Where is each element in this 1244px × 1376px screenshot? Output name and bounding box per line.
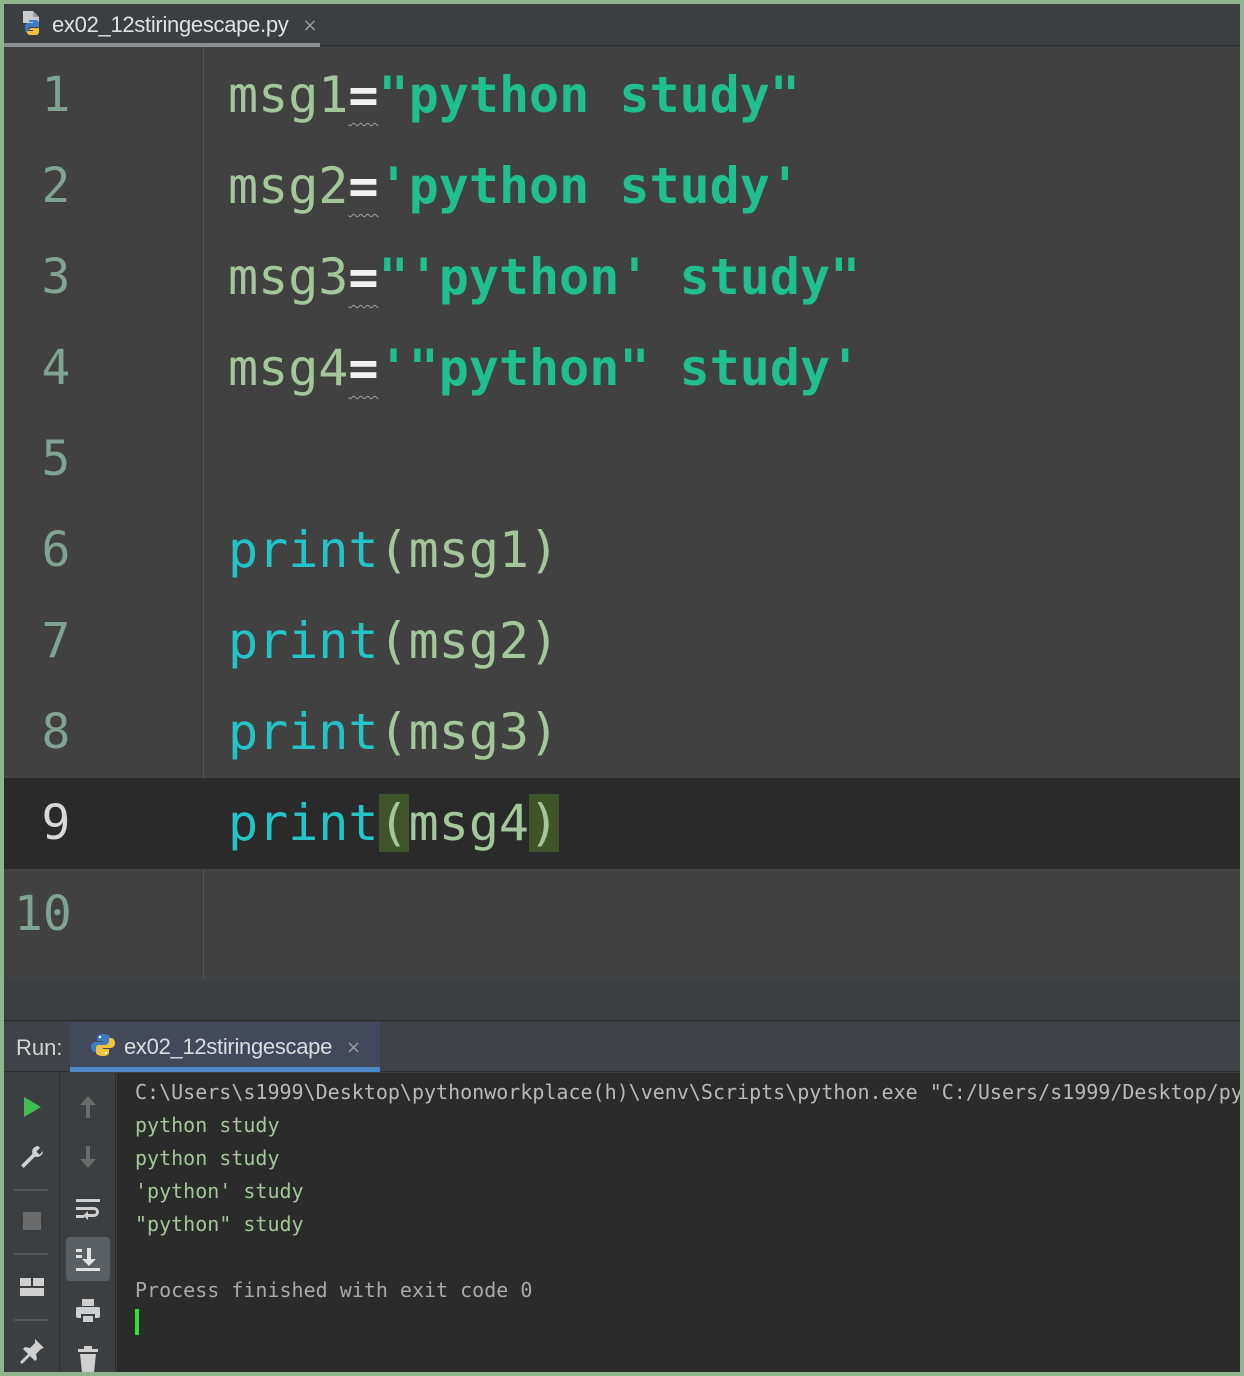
console-process-finished: Process finished with exit code 0 (135, 1278, 533, 1302)
trash-icon[interactable] (66, 1337, 110, 1372)
function-token: print (228, 703, 379, 761)
python-file-icon (20, 10, 44, 41)
open-paren: ( (378, 521, 409, 579)
variable-token: msg4 (228, 339, 349, 397)
assign-operator: = (348, 66, 379, 124)
line-number: 4 (41, 340, 71, 396)
open-paren-highlighted: ( (378, 794, 409, 852)
run-icon[interactable] (10, 1085, 54, 1129)
code-line[interactable]: 10 (4, 869, 1240, 960)
toolbar-divider (14, 1319, 48, 1321)
console-caret (135, 1309, 139, 1335)
variable-token: msg3 (228, 248, 349, 306)
argument-token: msg4 (408, 794, 530, 852)
code-editor[interactable]: 1 msg1="python study" 2 msg2='python stu… (4, 47, 1240, 979)
line-number: 9 (41, 795, 71, 851)
up-arrow-icon[interactable] (66, 1085, 110, 1129)
print-icon[interactable] (66, 1289, 110, 1333)
console-output-line: "python" study (135, 1212, 304, 1236)
console-output-line: python study (135, 1146, 280, 1170)
close-paren: ) (529, 612, 560, 670)
console-output-line: 'python' study (135, 1179, 304, 1203)
code-line[interactable]: 2 msg2='python study' (4, 141, 1240, 232)
function-token: print (228, 521, 379, 579)
argument-token: msg2 (408, 612, 530, 670)
line-number: 2 (41, 158, 71, 214)
code-line[interactable]: 7 print(msg2) (4, 596, 1240, 687)
layout-icon[interactable] (10, 1265, 54, 1309)
line-number: 1 (41, 67, 71, 123)
code-line[interactable]: 8 print(msg3) (4, 687, 1240, 778)
close-paren: ) (529, 521, 560, 579)
line-number: 8 (41, 704, 71, 760)
string-literal: '"python" study' (378, 339, 861, 397)
console-command-line: C:\Users\s1999\Desktop\pythonworkplace(h… (135, 1080, 1240, 1104)
run-config-tab[interactable]: ex02_12stiringescape × (70, 1022, 380, 1072)
line-number: 6 (41, 522, 71, 578)
string-literal: "python study" (378, 66, 800, 124)
code-line[interactable]: 5 (4, 414, 1240, 505)
assign-operator: = (348, 339, 379, 397)
close-paren: ) (529, 703, 560, 761)
line-number: 3 (41, 249, 71, 305)
function-token: print (228, 794, 379, 852)
editor-status-strip (4, 979, 1240, 1021)
current-code-line[interactable]: 9 print(msg4) (4, 778, 1240, 869)
run-label: Run: (16, 1035, 63, 1060)
string-literal: "'python' study" (378, 248, 861, 306)
close-icon[interactable]: × (346, 1037, 361, 1058)
variable-token: msg2 (228, 157, 349, 215)
open-paren: ( (378, 612, 409, 670)
run-tab-label: ex02_12stiringescape (124, 1034, 333, 1059)
editor-tab-bar: ex02_12stiringescape.py × (4, 4, 1240, 47)
python-icon (90, 1032, 116, 1063)
assign-operator: = (348, 157, 379, 215)
run-toolbar-secondary (60, 1073, 116, 1372)
wrench-icon[interactable] (10, 1135, 54, 1179)
code-line[interactable]: 3 msg3="'python' study" (4, 232, 1240, 323)
code-line[interactable]: 4 msg4='"python" study' (4, 323, 1240, 414)
run-toolbar-primary (4, 1073, 60, 1372)
assign-operator: = (348, 248, 379, 306)
function-token: print (228, 612, 379, 670)
scroll-to-end-icon[interactable] (66, 1237, 110, 1281)
open-paren: ( (378, 703, 409, 761)
code-line[interactable]: 6 print(msg1) (4, 505, 1240, 596)
line-number: 5 (41, 431, 71, 487)
argument-token: msg1 (408, 521, 530, 579)
argument-token: msg3 (408, 703, 530, 761)
editor-tab[interactable]: ex02_12stiringescape.py × (4, 4, 320, 47)
close-icon[interactable]: × (303, 15, 318, 36)
run-panel-header: Run: ex02_12stiringescape × (4, 1022, 1240, 1072)
code-line[interactable]: 1 msg1="python study" (4, 50, 1240, 141)
console-output-line: python study (135, 1113, 280, 1137)
run-tab-active-indicator (70, 1067, 380, 1072)
editor-tab-label: ex02_12stiringescape.py (52, 12, 289, 37)
close-paren-highlighted: ) (529, 794, 560, 852)
down-arrow-icon[interactable] (66, 1135, 110, 1179)
line-number: 7 (41, 613, 71, 669)
toolbar-divider (14, 1189, 48, 1191)
toolbar-divider (14, 1253, 48, 1255)
string-literal: 'python study' (378, 157, 800, 215)
run-console[interactable]: C:\Users\s1999\Desktop\pythonworkplace(h… (117, 1073, 1240, 1372)
stop-icon[interactable] (10, 1199, 54, 1243)
soft-wrap-icon[interactable] (66, 1187, 110, 1231)
line-number: 10 (14, 886, 72, 942)
ide-window: ex02_12stiringescape.py × 1 msg1="python… (4, 4, 1240, 1372)
variable-token: msg1 (228, 66, 349, 124)
pin-icon[interactable] (10, 1329, 54, 1372)
